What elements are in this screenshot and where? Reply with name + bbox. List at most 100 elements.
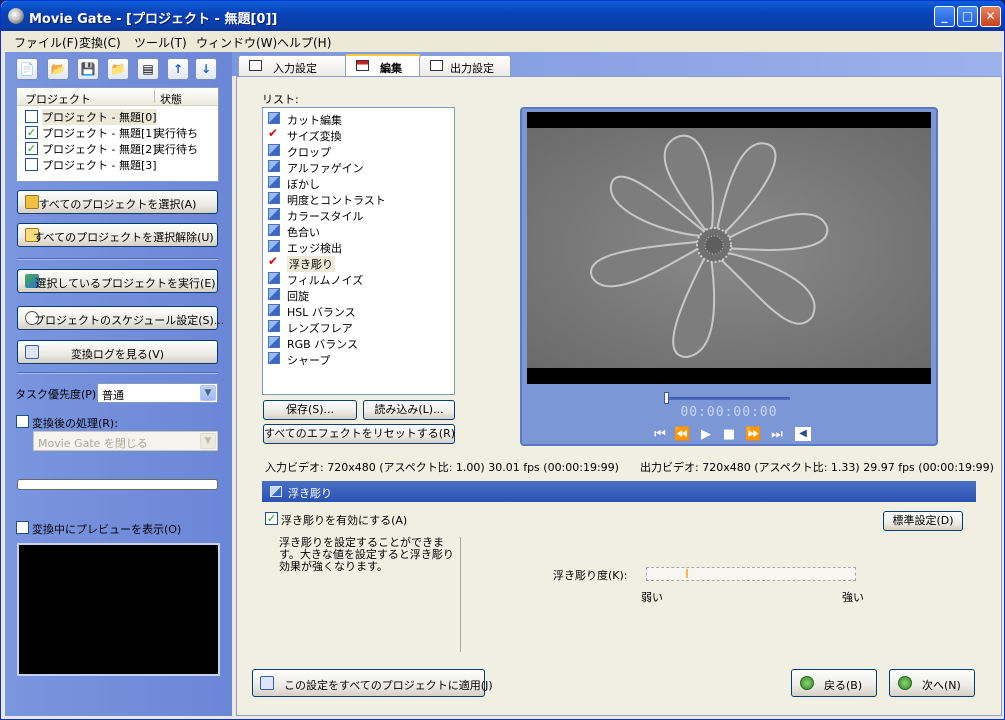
post-process-select[interactable]: Movie Gate を閉じる ▼ [33,431,218,451]
save-effects-button[interactable]: 保存(S)... [263,400,357,420]
effect-icon[interactable] [268,192,280,204]
deselect-all-button[interactable]: すべてのプロジェクトを選択解除(U) [17,223,218,247]
close-button[interactable]: ✕ [980,6,1001,27]
effect-label: カット編集 [287,114,342,127]
enable-emboss-checkbox[interactable]: ✓ [265,512,278,525]
reset-effects-button[interactable]: すべてのエフェクトをリセットする(R) [263,424,455,444]
move-down-button[interactable]: ↓ [195,58,217,80]
effect-icon[interactable] [268,336,280,348]
degree-label: 浮き彫り度(K): [553,569,628,582]
project-row[interactable]: プロジェクト - 無題[3] [17,156,218,172]
project-checkbox[interactable] [25,158,38,171]
project-name: プロジェクト - 無題[0] [42,109,157,125]
main-panel: 入力設定 編集 出力設定 リスト: カット編集 ✔ サイズ変換 クロップ アルファゲイン… [232,52,1002,716]
check-icon[interactable]: ✔ [268,127,280,139]
tab-output-settings[interactable]: 出力設定 [419,55,511,76]
effect-description: 浮き彫りを設定することができます。大きな値を設定すると浮き彫り効果が強くなります… [279,536,454,573]
task-priority-select[interactable]: 普通 ▼ [97,383,218,403]
slider-handle[interactable] [686,569,689,578]
properties-icon: ▤ [142,62,154,76]
play-icon[interactable]: ▶ [698,427,714,442]
emboss-icon [270,486,282,497]
save-icon: 💾 [80,62,96,76]
preview-label: 変換中にプレビューを表示(O) [32,523,182,536]
volume-icon[interactable]: ◀ [795,427,811,441]
effect-icon[interactable] [268,352,280,364]
select-all-button[interactable]: すべてのプロジェクトを選択(A) [17,190,218,214]
effect-icon[interactable] [268,288,280,300]
rewind-icon[interactable]: ⏪ [674,427,690,442]
fast-forward-icon[interactable]: ⏩ [745,427,761,442]
effect-icon[interactable] [268,208,280,220]
apply-all-button[interactable]: この設定をすべてのプロジェクトに適用(J) [252,669,493,697]
menu-convert[interactable]: 変換(C) [79,34,121,51]
skip-end-icon[interactable]: ⏭ [769,427,785,442]
effect-icon[interactable] [268,240,280,252]
input-video-info: 入力ビデオ: 720x480 (アスペクト比: 1.00) 30.01 fps … [265,461,619,474]
chevron-down-icon[interactable]: ▼ [200,433,216,449]
embossed-flower-image [527,128,931,368]
output-icon [430,60,443,71]
load-effects-button[interactable]: 読み込み(L)... [363,400,455,420]
project-row[interactable]: プロジェクト - 無題[0] [17,108,218,125]
effect-label: サイズ変換 [287,130,342,143]
strong-label: 強い [842,591,864,604]
menu-tools[interactable]: ツール(T) [134,34,187,51]
folder-icon: 📁 [110,62,126,76]
project-row[interactable]: ✓ プロジェクト - 無題[2] 実行待ち [17,140,218,156]
app-icon[interactable] [8,8,24,24]
preview-checkbox[interactable] [16,521,29,534]
run-selected-button[interactable]: 選択しているプロジェクトを実行(E) [17,269,218,293]
project-checkbox[interactable] [25,110,38,123]
effects-list[interactable]: カット編集 ✔ サイズ変換 クロップ アルファゲイン ぼかし 明度とコントラスト カラースタイ… [262,107,455,395]
menu-help[interactable]: ヘルプ(H) [277,34,331,51]
project-name: プロジェクト - 無題[1] [42,127,157,140]
maximize-button[interactable]: □ [957,6,978,27]
effect-icon[interactable] [268,224,280,236]
effect-icon[interactable] [268,112,280,124]
col-status[interactable]: 状態 [160,91,182,107]
move-up-button[interactable]: ↑ [167,58,189,80]
folder-button[interactable]: 📁 [107,58,129,80]
effect-label: HSL バランス [287,306,356,319]
project-checkbox[interactable]: ✓ [25,126,38,139]
schedule-button[interactable]: プロジェクトのスケジュール設定(S)... [17,306,224,330]
project-list[interactable]: プロジェクト 状態 プロジェクト - 無題[0] ✓ プロジェクト - 無題[1… [16,87,219,182]
effect-label: フィルムノイズ [287,274,364,287]
menu-window[interactable]: ウィンドウ(W) [196,34,277,51]
title-bar[interactable]: Movie Gate - [プロジェクト - 無題[0]] _ □ ✕ [1,1,1004,31]
effect-icon[interactable] [268,160,280,172]
menu-bar: ファイル(F) 変換(C) ツール(T) ウィンドウ(W) ヘルプ(H) [4,31,1002,51]
emboss-degree-slider[interactable] [646,567,856,581]
seek-handle[interactable] [664,392,669,404]
skip-start-icon[interactable]: ⏮ [652,427,668,442]
col-project[interactable]: プロジェクト [25,91,91,107]
tab-input-settings[interactable]: 入力設定 [238,55,348,76]
effect-label: ぼかし [287,178,320,191]
seek-bar[interactable] [666,397,790,400]
effect-icon[interactable] [268,320,280,332]
properties-button[interactable]: ▤ [137,58,159,80]
back-button[interactable]: 戻る(B) [791,669,877,697]
post-process-checkbox[interactable] [16,415,29,428]
effect-icon[interactable] [268,304,280,316]
next-button[interactable]: 次へ(N) [889,669,975,697]
minimize-button[interactable]: _ [934,6,955,27]
effect-icon[interactable] [268,272,280,284]
open-project-button[interactable]: 📂 [47,58,69,80]
view-log-button[interactable]: 変換ログを見る(V) [17,340,218,364]
save-project-button[interactable]: 💾 [77,58,99,80]
chevron-down-icon[interactable]: ▼ [200,385,216,401]
stop-icon[interactable]: ■ [721,427,737,442]
effect-icon[interactable] [268,176,280,188]
output-video-info: 出力ビデオ: 720x480 (アスペクト比: 1.33) 29.97 fps … [640,461,994,474]
default-settings-button[interactable]: 標準設定(D) [883,511,963,531]
effect-label: アルファゲイン [287,162,364,175]
project-checkbox[interactable]: ✓ [25,142,38,155]
new-project-button[interactable]: 📄 [16,58,38,80]
menu-file[interactable]: ファイル(F) [14,34,78,51]
effect-icon[interactable] [268,144,280,156]
tab-edit[interactable]: 編集 [345,54,421,76]
check-icon[interactable]: ✔ [268,255,280,267]
project-row[interactable]: ✓ プロジェクト - 無題[1] 実行待ち [17,124,218,140]
